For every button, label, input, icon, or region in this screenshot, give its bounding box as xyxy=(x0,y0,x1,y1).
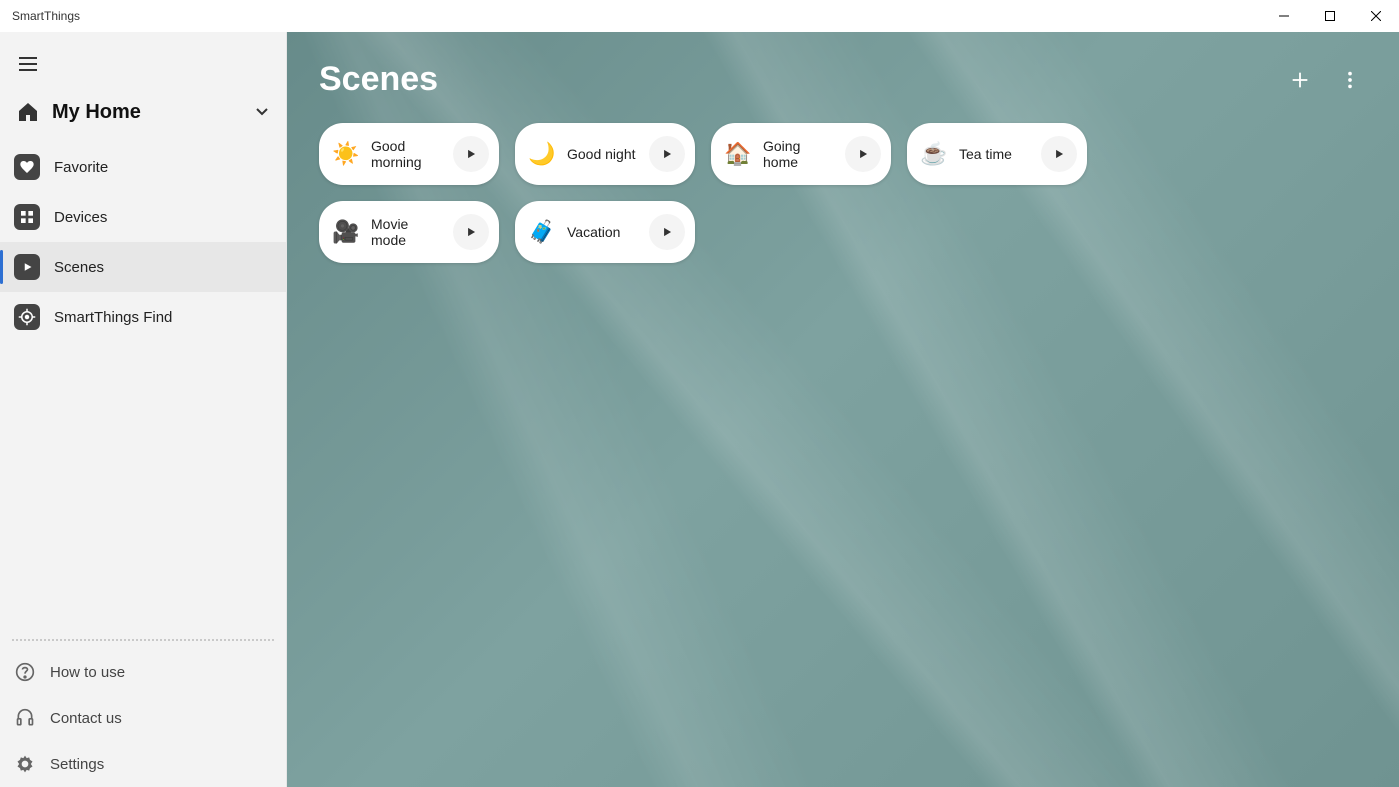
play-scene-button[interactable] xyxy=(649,136,685,172)
sun-icon: ☀️ xyxy=(331,139,361,169)
scene-card[interactable]: 🏠 Going home xyxy=(711,123,891,185)
maximize-button[interactable] xyxy=(1307,0,1353,32)
footer-item-settings[interactable]: Settings xyxy=(0,741,286,787)
play-scene-button[interactable] xyxy=(649,214,685,250)
sidebar-item-devices[interactable]: Devices xyxy=(0,192,286,242)
home-icon xyxy=(16,100,40,124)
sidebar-item-label: Devices xyxy=(54,209,107,226)
scene-label: Good morning xyxy=(371,138,443,170)
sidebar-item-find[interactable]: SmartThings Find xyxy=(0,292,286,342)
title-bar: SmartThings xyxy=(0,0,1399,32)
location-label: My Home xyxy=(52,101,141,124)
sidebar-item-label: Scenes xyxy=(54,259,104,276)
scene-label: Good night xyxy=(567,146,639,162)
more-options-button[interactable] xyxy=(1333,63,1367,97)
gear-icon xyxy=(14,753,36,775)
sidebar-item-label: SmartThings Find xyxy=(54,309,172,326)
scene-card[interactable]: ☀️ Good morning xyxy=(319,123,499,185)
window-controls xyxy=(1261,0,1399,32)
camera-icon: 🎥 xyxy=(331,217,361,247)
play-scene-button[interactable] xyxy=(453,136,489,172)
window-title: SmartThings xyxy=(12,9,80,23)
scene-label: Going home xyxy=(763,138,835,170)
close-button[interactable] xyxy=(1353,0,1399,32)
play-circle-icon xyxy=(14,254,40,280)
play-scene-button[interactable] xyxy=(453,214,489,250)
location-selector[interactable]: My Home xyxy=(0,88,286,136)
sidebar-item-favorite[interactable]: Favorite xyxy=(0,142,286,192)
help-icon xyxy=(14,661,36,683)
sidebar-item-label: Favorite xyxy=(54,159,108,176)
scene-card[interactable]: 🌙 Good night xyxy=(515,123,695,185)
hamburger-button[interactable] xyxy=(4,40,52,88)
chevron-down-icon xyxy=(254,104,270,120)
scene-card[interactable]: 🧳 Vacation xyxy=(515,201,695,263)
grid-icon xyxy=(14,204,40,230)
scene-label: Vacation xyxy=(567,224,639,240)
moon-icon: 🌙 xyxy=(527,139,557,169)
locate-icon xyxy=(14,304,40,330)
page-title: Scenes xyxy=(319,60,438,99)
footer-item-label: Settings xyxy=(50,756,104,773)
footer-item-contact[interactable]: Contact us xyxy=(0,695,286,741)
heart-icon xyxy=(14,154,40,180)
add-scene-button[interactable] xyxy=(1283,63,1317,97)
play-scene-button[interactable] xyxy=(1041,136,1077,172)
house-icon: 🏠 xyxy=(723,139,753,169)
coffee-icon: ☕ xyxy=(919,139,949,169)
footer-item-howto[interactable]: How to use xyxy=(0,649,286,695)
minimize-button[interactable] xyxy=(1261,0,1307,32)
sidebar: My Home Favorite Devices xyxy=(0,32,287,787)
scene-card[interactable]: 🎥 Movie mode xyxy=(319,201,499,263)
footer-item-label: Contact us xyxy=(50,710,122,727)
footer-item-label: How to use xyxy=(50,664,125,681)
headset-icon xyxy=(14,707,36,729)
divider xyxy=(12,639,274,641)
scenes-grid: ☀️ Good morning 🌙 Good night 🏠 Going hom… xyxy=(287,111,1297,275)
scene-label: Movie mode xyxy=(371,216,443,248)
content-area: Scenes ☀️ Good morning 🌙 Good nigh xyxy=(287,32,1399,787)
luggage-icon: 🧳 xyxy=(527,217,557,247)
scene-label: Tea time xyxy=(959,146,1031,162)
scene-card[interactable]: ☕ Tea time xyxy=(907,123,1087,185)
sidebar-item-scenes[interactable]: Scenes xyxy=(0,242,286,292)
play-scene-button[interactable] xyxy=(845,136,881,172)
